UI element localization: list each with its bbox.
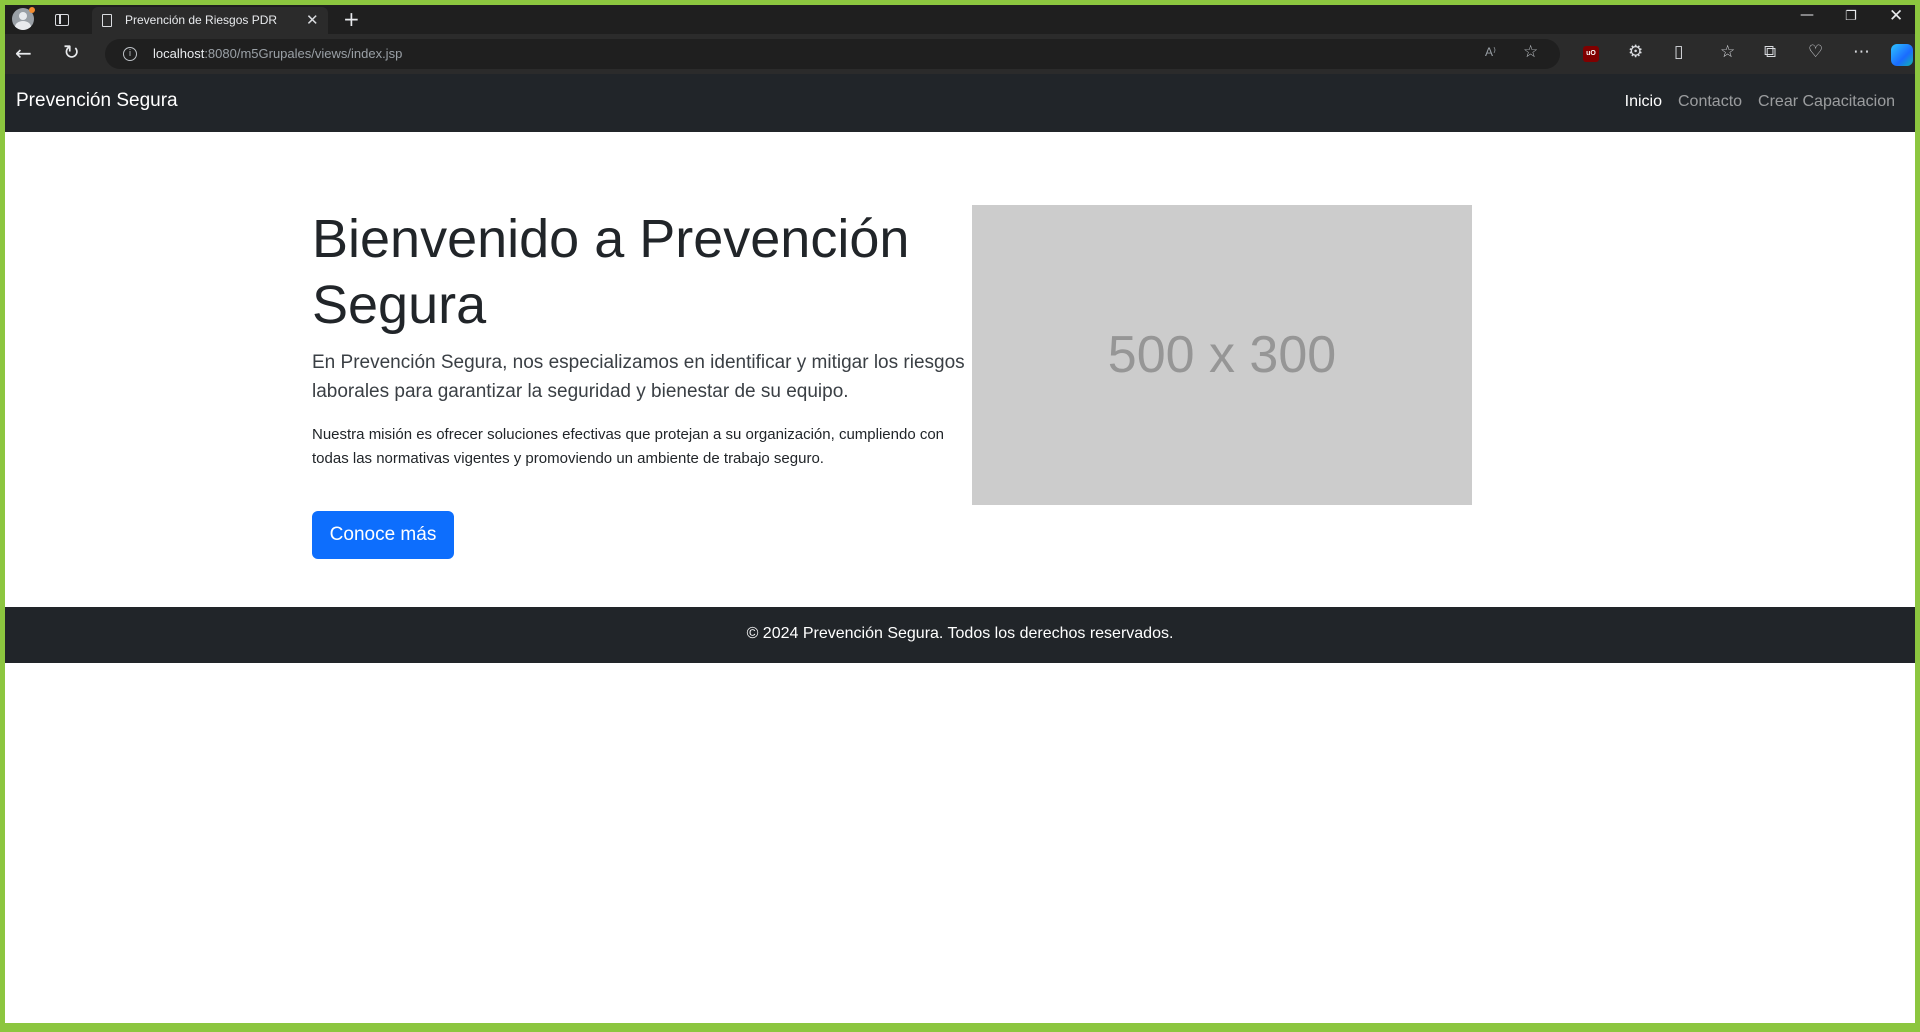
split-screen-icon[interactable]: ▯ <box>1674 42 1683 62</box>
more-icon[interactable]: ⋯ <box>1853 42 1870 62</box>
minimize-icon[interactable]: — <box>1800 7 1814 23</box>
address-bar: ← ↻ i localhost:8080/m5Grupales/views/in… <box>5 34 1915 74</box>
url-path: :8080/m5Grupales/views/index.jsp <box>204 46 403 61</box>
url-host: localhost <box>153 46 205 61</box>
favorites-icon[interactable]: ☆ <box>1720 42 1735 62</box>
site-footer: © 2024 Prevención Segura. Todos los dere… <box>5 607 1915 663</box>
collections-icon[interactable]: ⧉ <box>1764 42 1776 62</box>
copilot-icon[interactable] <box>1891 44 1913 66</box>
hero-image-placeholder: 500 x 300 <box>972 205 1472 505</box>
url-input[interactable]: i localhost:8080/m5Grupales/views/index.… <box>105 39 1560 69</box>
tab-actions-icon[interactable] <box>55 14 69 26</box>
new-tab-button[interactable]: + <box>343 7 360 31</box>
hero-title: Bienvenido a Prevención Segura <box>312 209 910 335</box>
browser-essentials-icon[interactable]: ♡ <box>1808 42 1823 62</box>
site-navbar: Prevención Segura Inicio Contacto Crear … <box>5 74 1915 132</box>
url-text[interactable]: localhost:8080/m5Grupales/views/index.js… <box>153 46 402 61</box>
nav-link-crear-capacitacion[interactable]: Crear Capacitacion <box>1758 93 1895 111</box>
star-icon[interactable]: ☆ <box>1523 42 1538 62</box>
placeholder-text: 500 x 300 <box>1107 326 1337 384</box>
window-close-icon[interactable]: ✕ <box>1889 6 1903 26</box>
nav-links: Inicio Contacto Crear Capacitacion <box>1625 93 1895 111</box>
page-icon <box>102 14 112 27</box>
extensions-icon[interactable]: ⚙ <box>1628 42 1643 62</box>
desktop-border <box>0 1023 1920 1032</box>
info-icon[interactable]: i <box>123 47 137 61</box>
tab-strip: Prevención de Riesgos PDR ✕ + — ❐ ✕ <box>5 5 1915 34</box>
reload-icon[interactable]: ↻ <box>63 40 80 64</box>
restore-icon[interactable]: ❐ <box>1845 9 1857 24</box>
web-page: Prevención Segura Inicio Contacto Crear … <box>5 74 1915 1028</box>
back-icon[interactable]: ← <box>15 41 32 65</box>
ublock-icon[interactable]: uO <box>1583 46 1599 62</box>
read-aloud-icon[interactable]: A⁾ <box>1485 45 1496 59</box>
browser-window: Prevención de Riesgos PDR ✕ + — ❐ ✕ ← ↻ … <box>5 5 1915 1028</box>
hero-mission: Nuestra misión es ofrecer soluciones efe… <box>312 426 945 467</box>
footer-text: © 2024 Prevención Segura. Todos los dere… <box>746 625 1174 642</box>
navbar-brand[interactable]: Prevención Segura <box>16 90 178 112</box>
hero-lead: En Prevención Segura, nos especializamos… <box>312 352 965 402</box>
tab-close-icon[interactable]: ✕ <box>306 11 319 29</box>
tab-active[interactable]: Prevención de Riesgos PDR ✕ <box>92 7 328 34</box>
tab-title: Prevención de Riesgos PDR <box>125 13 278 27</box>
nav-link-contacto[interactable]: Contacto <box>1678 93 1742 111</box>
conoce-mas-button[interactable]: Conoce más <box>312 511 454 559</box>
nav-link-inicio[interactable]: Inicio <box>1625 93 1662 111</box>
profile-badge <box>29 7 35 13</box>
